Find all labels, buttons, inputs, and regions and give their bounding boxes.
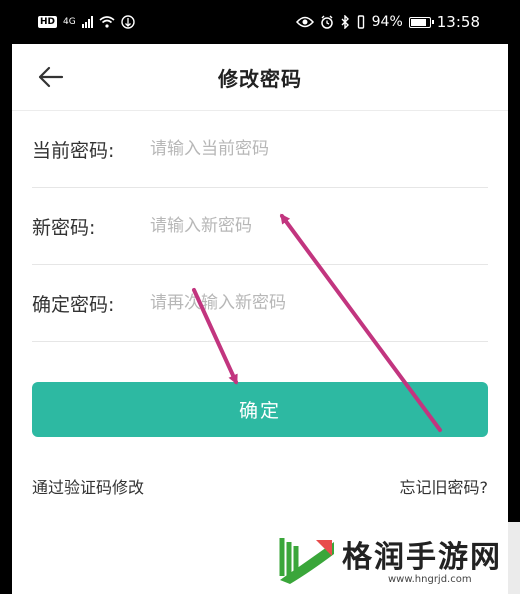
- page-title: 修改密码: [218, 66, 302, 91]
- current-password-input[interactable]: [150, 129, 488, 169]
- network-type: 4G: [63, 16, 76, 27]
- alarm-icon: [320, 15, 333, 29]
- vibrate-icon: [357, 15, 364, 29]
- confirm-password-label: 确定密码:: [32, 293, 115, 316]
- battery-percent: 94%: [371, 14, 403, 30]
- status-bar: HD 4G 94% 13:58: [0, 0, 520, 44]
- current-password-label: 当前密码:: [32, 139, 115, 162]
- new-password-label: 新密码:: [32, 216, 96, 239]
- bluetooth-icon: [341, 15, 349, 29]
- site-watermark: 格润手游网 www.hngrjd.com: [268, 522, 520, 594]
- confirm-password-input[interactable]: [150, 283, 488, 323]
- status-left: HD 4G: [38, 15, 135, 29]
- forgot-password-link[interactable]: 忘记旧密码?: [400, 474, 489, 498]
- watermark-text: 格润手游网: [342, 540, 502, 575]
- hd-badge: HD: [38, 16, 58, 28]
- verify-code-link[interactable]: 通过验证码修改: [32, 474, 144, 498]
- confirm-button[interactable]: 确定: [32, 382, 488, 437]
- navigation-bar: 修改密码: [12, 44, 508, 111]
- confirm-password-row: 确定密码:: [32, 265, 488, 342]
- site-logo-icon: [276, 532, 338, 588]
- signal-icon: [81, 16, 93, 28]
- app-screen: 修改密码 当前密码: 新密码: 确定密码: 确定 通过验证码修改 忘记旧密码?: [12, 44, 508, 594]
- back-arrow-icon: [38, 66, 64, 88]
- data-saver-icon: [121, 15, 135, 29]
- back-button[interactable]: [34, 60, 68, 94]
- current-password-row: 当前密码:: [32, 111, 488, 188]
- status-right: 94% 13:58: [295, 13, 480, 31]
- new-password-row: 新密码:: [32, 188, 488, 265]
- battery-icon: [408, 16, 434, 28]
- password-form: 当前密码: 新密码: 确定密码:: [32, 111, 488, 342]
- new-password-input[interactable]: [150, 206, 488, 246]
- watermark-url: www.hngrjd.com: [388, 574, 472, 585]
- wifi-icon: [99, 16, 115, 28]
- eye-icon: [295, 16, 314, 28]
- clock: 13:58: [436, 13, 480, 31]
